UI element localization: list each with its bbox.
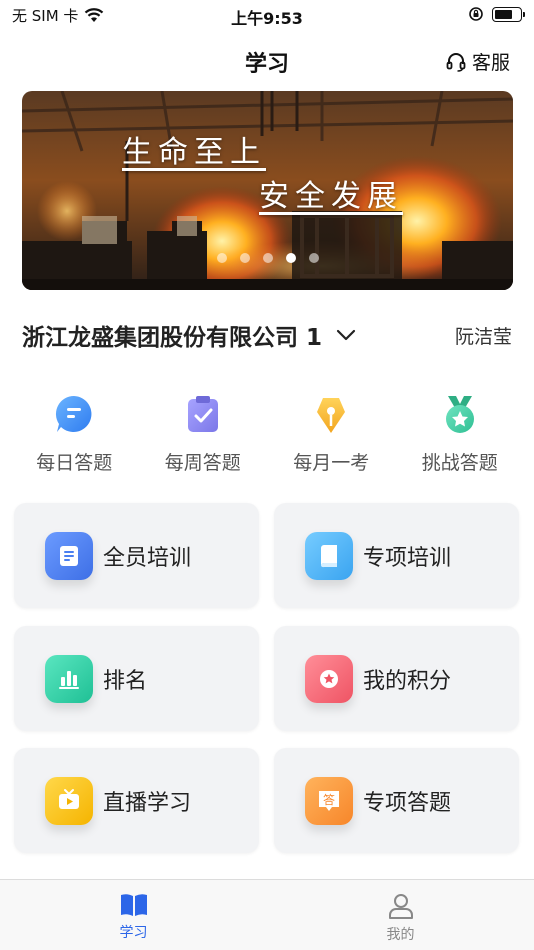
carousel-dot[interactable] xyxy=(285,253,296,263)
quick-action-label: 每日答题 xyxy=(36,452,113,474)
medal-icon xyxy=(438,392,482,436)
quick-actions: 每日答题 每周答题 每月一考 挑战答题 xyxy=(10,392,524,475)
tab-bar: 学习 我的 xyxy=(0,879,534,950)
status-right xyxy=(468,6,525,22)
company-selector[interactable]: 浙江龙盛集团股份有限公司 1 xyxy=(22,318,356,352)
card-label: 专项培训 xyxy=(363,545,452,571)
banner-slogan-line1: 生命至上 xyxy=(122,135,266,170)
tab-study[interactable]: 学习 xyxy=(0,880,267,950)
carousel-dot[interactable] xyxy=(308,253,319,263)
battery-icon xyxy=(492,6,525,22)
book-icon xyxy=(305,531,353,580)
nav-bar: 学习 客服 xyxy=(0,38,534,84)
quick-action-challenge[interactable]: 挑战答题 xyxy=(396,392,525,475)
card-label: 我的积分 xyxy=(363,668,452,694)
card-special-quiz[interactable]: 答 专项答题 xyxy=(274,748,519,853)
card-label: 专项答题 xyxy=(363,790,452,816)
chevron-down-icon xyxy=(336,329,356,341)
quick-action-weekly[interactable]: 每周答题 xyxy=(139,392,268,475)
person-icon xyxy=(388,894,413,919)
customer-service-button[interactable]: 客服 xyxy=(445,48,510,75)
banner-carousel[interactable]: 生命至上 安全发展 xyxy=(22,91,513,290)
tab-label: 我的 xyxy=(386,927,415,943)
open-book-icon xyxy=(120,894,147,916)
card-all-staff-training[interactable]: 全员培训 xyxy=(14,503,259,608)
card-special-training[interactable]: 专项培训 xyxy=(274,503,519,608)
card-live-learning[interactable]: 直播学习 xyxy=(14,748,259,853)
banner-slogan-line2: 安全发展 xyxy=(259,179,403,214)
star-badge-icon xyxy=(305,654,353,703)
quick-action-label: 挑战答题 xyxy=(421,452,498,474)
card-my-points[interactable]: 我的积分 xyxy=(274,626,519,731)
carousel-indicator xyxy=(22,253,513,263)
answer-glyph: 答 xyxy=(323,792,335,807)
card-label: 直播学习 xyxy=(103,790,192,816)
orientation-lock-icon xyxy=(469,7,483,21)
company-row: 浙江龙盛集团股份有限公司 1 阮洁莹 xyxy=(22,316,512,352)
carousel-dot[interactable] xyxy=(239,253,250,263)
carousel-dot[interactable] xyxy=(262,253,273,263)
quick-action-label: 每周答题 xyxy=(164,452,241,474)
customer-service-label: 客服 xyxy=(471,52,510,74)
answer-badge-icon: 答 xyxy=(305,776,353,825)
tab-mine[interactable]: 我的 xyxy=(267,880,534,950)
user-name: 阮洁莹 xyxy=(454,326,512,348)
card-ranking[interactable]: 排名 xyxy=(14,626,259,731)
headset-icon xyxy=(446,52,466,72)
bar-chart-icon xyxy=(45,654,93,703)
card-label: 全员培训 xyxy=(103,545,192,571)
chat-bubble-icon xyxy=(52,392,96,436)
clipboard-check-icon xyxy=(181,392,225,436)
company-name: 浙江龙盛集团股份有限公司 1 xyxy=(22,325,323,351)
status-time: 上午9:53 xyxy=(231,9,303,28)
quick-action-daily[interactable]: 每日答题 xyxy=(10,392,139,475)
document-icon xyxy=(45,531,93,580)
pen-nib-icon xyxy=(309,392,353,436)
quick-action-monthly[interactable]: 每月一考 xyxy=(267,392,396,475)
tab-label: 学习 xyxy=(119,925,148,941)
carousel-dot[interactable] xyxy=(216,253,227,263)
quick-action-label: 每月一考 xyxy=(293,452,370,474)
tv-play-icon xyxy=(45,776,93,825)
card-label: 排名 xyxy=(103,668,148,694)
status-bar: 无 SIM 卡 上午9:53 xyxy=(0,0,534,30)
